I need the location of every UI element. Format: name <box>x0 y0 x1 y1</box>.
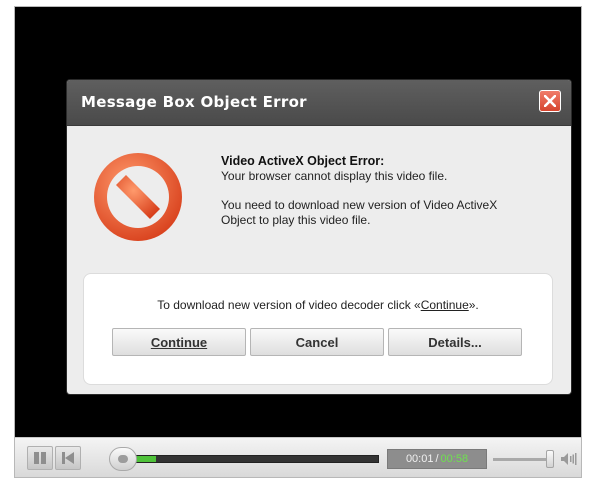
message-block: Video ActiveX Object Error: Your browser… <box>221 154 561 228</box>
dialog-body: Video ActiveX Object Error: Your browser… <box>67 126 571 394</box>
download-panel: To download new version of video decoder… <box>83 273 553 385</box>
seek-progress <box>134 456 156 462</box>
volume-slider[interactable] <box>493 458 551 461</box>
speaker-icon[interactable] <box>560 450 578 468</box>
download-instruction: To download new version of video decoder… <box>84 298 552 312</box>
details-button-label: Details... <box>428 334 482 350</box>
pause-icon <box>34 452 46 464</box>
seek-handle[interactable] <box>109 447 137 471</box>
time-total: 00:58 <box>440 453 469 465</box>
video-player: Message Box Object Error Video ActiveX O… <box>14 6 582 478</box>
cancel-button[interactable]: Cancel <box>250 328 384 356</box>
close-icon <box>544 95 556 107</box>
error-heading: Video ActiveX Object Error: <box>221 154 385 168</box>
time-current: 00:01 <box>405 453 434 465</box>
seek-bar[interactable] <box>133 455 379 463</box>
details-button[interactable]: Details... <box>388 328 522 356</box>
pause-button[interactable] <box>27 446 53 470</box>
continue-button[interactable]: Continue <box>112 328 246 356</box>
stop-icon <box>94 153 182 241</box>
download-prefix: To download new version of video decoder… <box>157 298 421 312</box>
cancel-button-label: Cancel <box>295 334 339 350</box>
continue-button-label: Continue <box>150 334 208 350</box>
previous-icon <box>62 452 74 464</box>
time-display: 00:01/00:58 <box>387 449 487 469</box>
close-button[interactable] <box>539 90 561 112</box>
time-separator: / <box>435 453 439 465</box>
dialog-titlebar[interactable]: Message Box Object Error <box>67 80 571 126</box>
error-line: Your browser cannot display this video f… <box>221 169 448 183</box>
error-dialog: Message Box Object Error Video ActiveX O… <box>67 80 571 394</box>
continue-link[interactable]: Continue <box>421 298 469 312</box>
previous-button[interactable] <box>55 446 81 470</box>
download-suffix: ». <box>468 298 479 312</box>
player-control-bar: 00:01/00:58 <box>15 437 581 477</box>
instruction-line-1: You need to download new version of Vide… <box>221 198 498 212</box>
volume-handle[interactable] <box>546 450 554 468</box>
dialog-title: Message Box Object Error <box>81 93 307 111</box>
instruction-line-2: Object to play this video file. <box>221 213 371 227</box>
